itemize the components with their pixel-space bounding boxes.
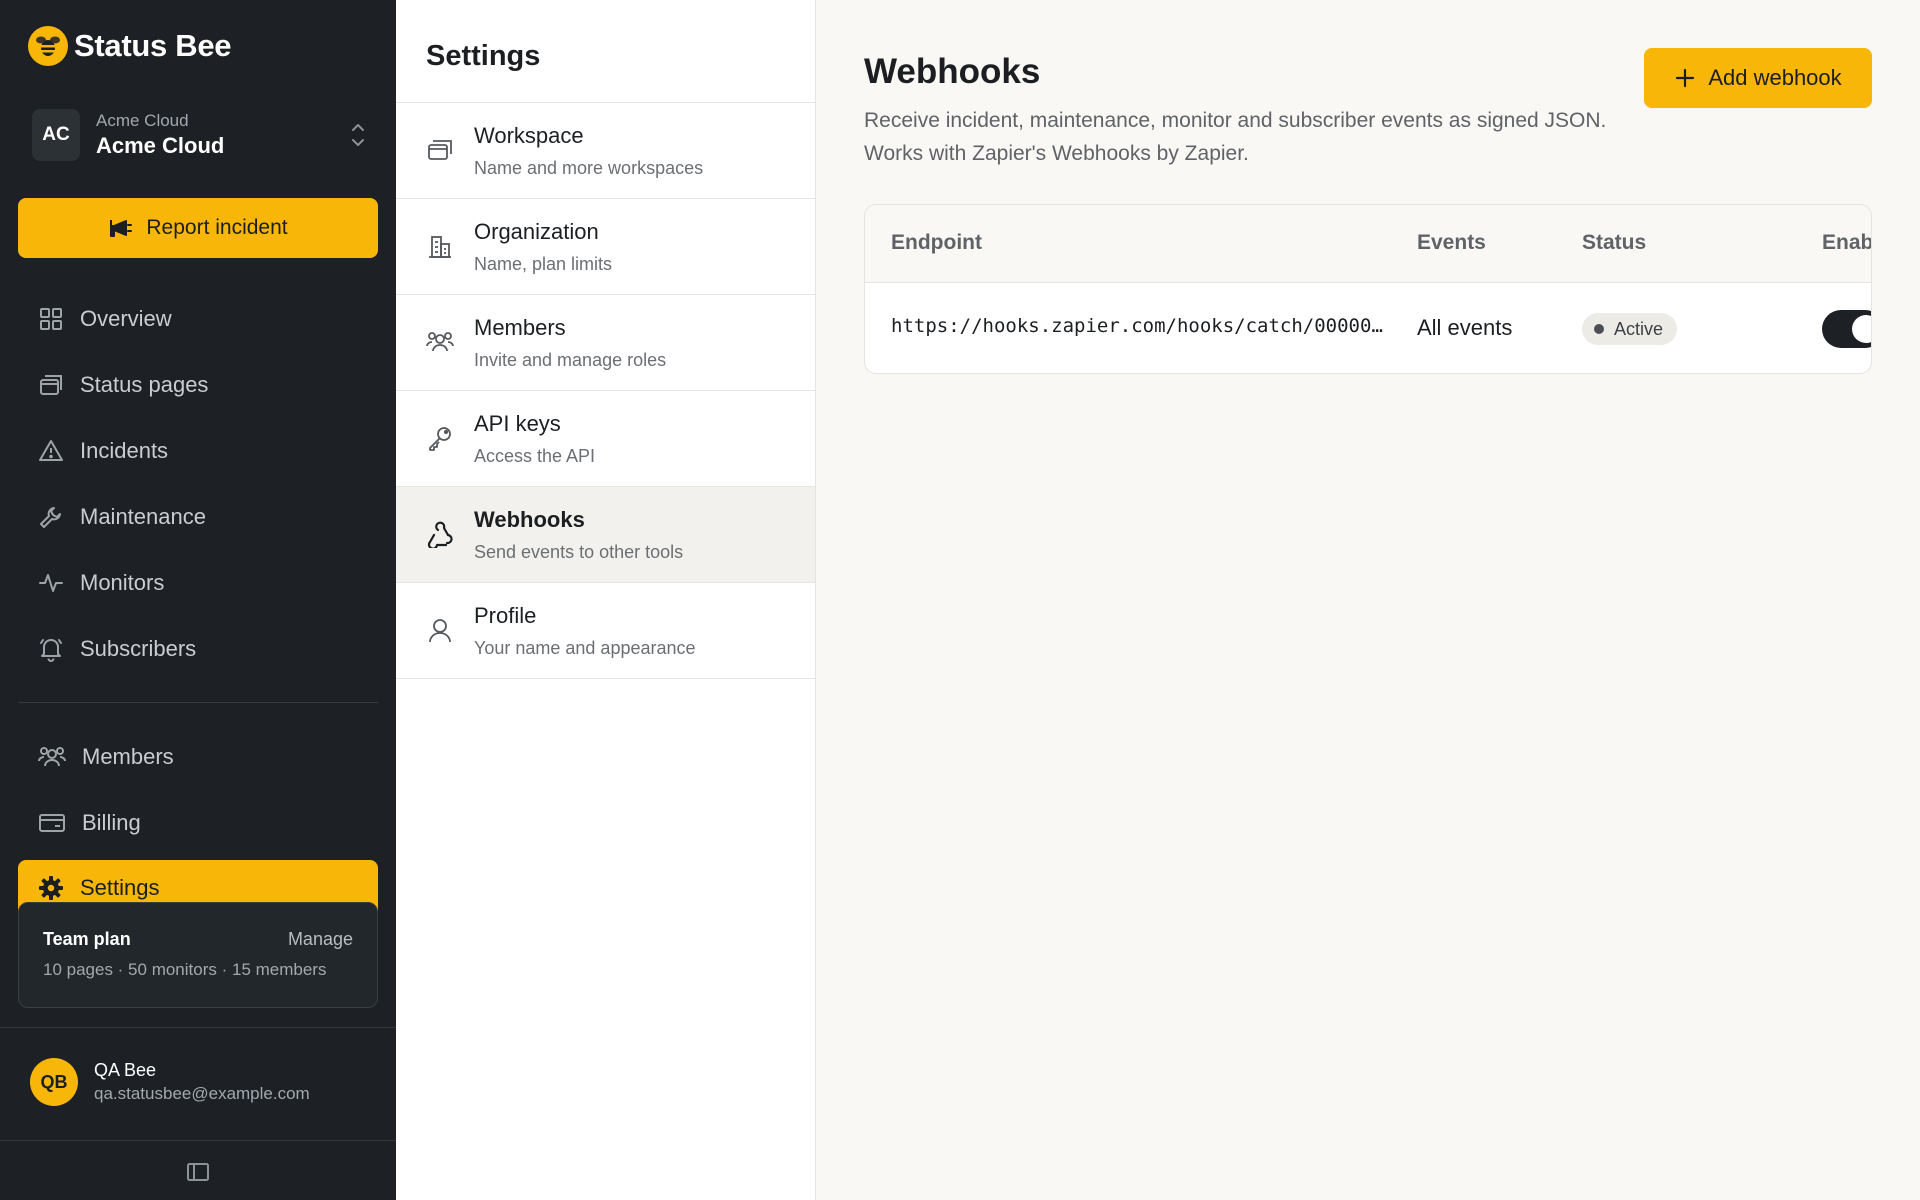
activity-icon	[39, 574, 63, 592]
settings-item-label: Workspace	[474, 123, 584, 148]
settings-item-api-keys[interactable]: API keys Access the API	[396, 391, 815, 487]
sidebar-item-label: Members	[82, 744, 174, 769]
plan-card: Team plan Manage 10 pages · 50 monitors …	[18, 902, 378, 1008]
column-header-enabled: Enabled	[1822, 231, 1871, 254]
plan-details: 10 pages · 50 monitors · 15 members	[43, 960, 327, 979]
settings-item-desc: Name, plan limits	[474, 254, 613, 274]
enabled-toggle[interactable]	[1822, 310, 1871, 348]
settings-item-label: Profile	[474, 603, 537, 628]
key-icon	[426, 424, 454, 457]
brand[interactable]: Status Bee	[28, 26, 232, 66]
settings-nav: Settings Workspace Name and more workspa…	[396, 0, 816, 1200]
workspace-label: Acme Cloud	[96, 111, 189, 130]
settings-item-desc: Access the API	[474, 446, 596, 466]
settings-item-workspace[interactable]: Workspace Name and more workspaces	[396, 103, 815, 199]
user-icon	[426, 616, 454, 649]
sidebar-item-label: Incidents	[80, 438, 169, 463]
chevron-updown-icon	[349, 120, 367, 155]
status-badge-label: Active	[1614, 318, 1664, 339]
sidebar-item-label: Billing	[82, 810, 141, 835]
settings-item-desc: Name and more workspaces	[474, 158, 704, 178]
sidebar-item-incidents[interactable]: Incidents	[18, 426, 378, 476]
webhook-events: All events	[1417, 315, 1513, 340]
settings-item-webhooks[interactable]: Webhooks Send events to other tools	[396, 487, 815, 583]
pages-icon	[40, 375, 62, 395]
sidebar-item-label: Subscribers	[80, 636, 197, 661]
users-icon	[38, 747, 66, 767]
sidebar-item-label: Status pages	[80, 372, 209, 397]
workspace-switcher[interactable]: AC Acme Cloud Acme Cloud	[32, 108, 367, 162]
plan-manage-link[interactable]: Manage	[288, 929, 353, 950]
bell-icon	[40, 639, 62, 662]
plan-title: Team plan	[43, 929, 131, 949]
settings-item-desc: Invite and manage roles	[474, 350, 667, 370]
workspace-icon	[426, 136, 454, 169]
sidebar-item-label: Monitors	[80, 570, 165, 595]
column-header-endpoint: Endpoint	[891, 231, 982, 254]
settings-item-label: API keys	[474, 411, 561, 436]
table-header: Endpoint Events Status Enabled	[865, 205, 1871, 283]
status-dot-icon	[1594, 324, 1604, 334]
settings-item-label: Members	[474, 315, 566, 340]
add-webhook-label: Add webhook	[1708, 65, 1842, 90]
sidebar-item-overview[interactable]: Overview	[18, 294, 378, 344]
sidebar-item-label: Overview	[80, 306, 172, 331]
report-incident-button[interactable]: Report incident	[18, 198, 378, 258]
settings-item-desc: Your name and appearance	[474, 638, 696, 658]
settings-item-label: Organization	[474, 219, 599, 244]
webhook-icon	[426, 520, 456, 553]
page-title: Webhooks	[864, 52, 1041, 91]
settings-list: Workspace Name and more workspaces Organ…	[396, 102, 815, 679]
sidebar-item-label: Maintenance	[80, 504, 206, 529]
settings-title: Settings	[426, 40, 541, 72]
webhooks-table: Endpoint Events Status Enabled https://h…	[864, 204, 1872, 374]
user-menu[interactable]: QB QA Bee qa.statusbee@example.com	[30, 1058, 310, 1106]
add-webhook-button[interactable]: Add webhook	[1644, 48, 1872, 108]
users-icon	[426, 328, 454, 361]
avatar: QB	[30, 1058, 78, 1106]
toggle-knob	[1852, 315, 1871, 343]
table-row[interactable]: https://hooks.zapier.com/hooks/catch/000…	[865, 283, 1871, 373]
status-badge: Active	[1582, 313, 1678, 345]
warning-icon	[39, 440, 63, 461]
sidebar-toggle-icon	[187, 1163, 209, 1181]
sidebar-item-members[interactable]: Members	[18, 732, 378, 782]
sidebar-item-status-pages[interactable]: Status pages	[18, 360, 378, 410]
plus-icon	[1676, 68, 1695, 88]
sidebar: Status Bee AC Acme Cloud Acme Cloud Repo…	[0, 0, 396, 1200]
sidebar-divider	[18, 702, 378, 703]
main-content: Webhooks Receive incident, maintenance, …	[816, 0, 1920, 1200]
workspace-name: Acme Cloud	[96, 133, 225, 158]
column-header-events: Events	[1417, 231, 1486, 254]
page-description: Receive incident, maintenance, monitor a…	[864, 109, 1607, 165]
webhook-endpoint: https://hooks.zapier.com/hooks/catch/000…	[891, 315, 1391, 337]
wrench-icon	[40, 507, 61, 528]
credit-card-icon	[39, 814, 65, 832]
sidebar-item-maintenance[interactable]: Maintenance	[18, 492, 378, 542]
user-name: QA Bee	[94, 1060, 157, 1080]
settings-item-label: Webhooks	[474, 507, 585, 532]
sidebar-item-monitors[interactable]: Monitors	[18, 558, 378, 608]
sidebar-divider	[0, 1027, 396, 1028]
user-email: qa.statusbee@example.com	[94, 1084, 310, 1103]
gear-icon	[39, 876, 63, 900]
settings-item-organization[interactable]: Organization Name, plan limits	[396, 199, 815, 295]
settings-item-desc: Send events to other tools	[474, 542, 684, 562]
sidebar-item-label: Settings	[80, 875, 160, 900]
column-header-status: Status	[1582, 231, 1647, 254]
sidebar-item-billing[interactable]: Billing	[18, 798, 378, 848]
workspace-avatar: AC	[32, 109, 80, 161]
settings-item-profile[interactable]: Profile Your name and appearance	[396, 583, 815, 679]
megaphone-icon	[110, 220, 133, 237]
settings-item-members[interactable]: Members Invite and manage roles	[396, 295, 815, 391]
sidebar-item-subscribers[interactable]: Subscribers	[18, 624, 378, 674]
sidebar-divider	[0, 1140, 396, 1141]
bee-logo-icon	[28, 26, 68, 66]
collapse-sidebar-button[interactable]	[184, 1160, 212, 1184]
grid-icon	[40, 308, 62, 330]
building-icon	[426, 232, 454, 265]
brand-name: Status Bee	[74, 28, 232, 63]
report-incident-label: Report incident	[146, 216, 288, 239]
